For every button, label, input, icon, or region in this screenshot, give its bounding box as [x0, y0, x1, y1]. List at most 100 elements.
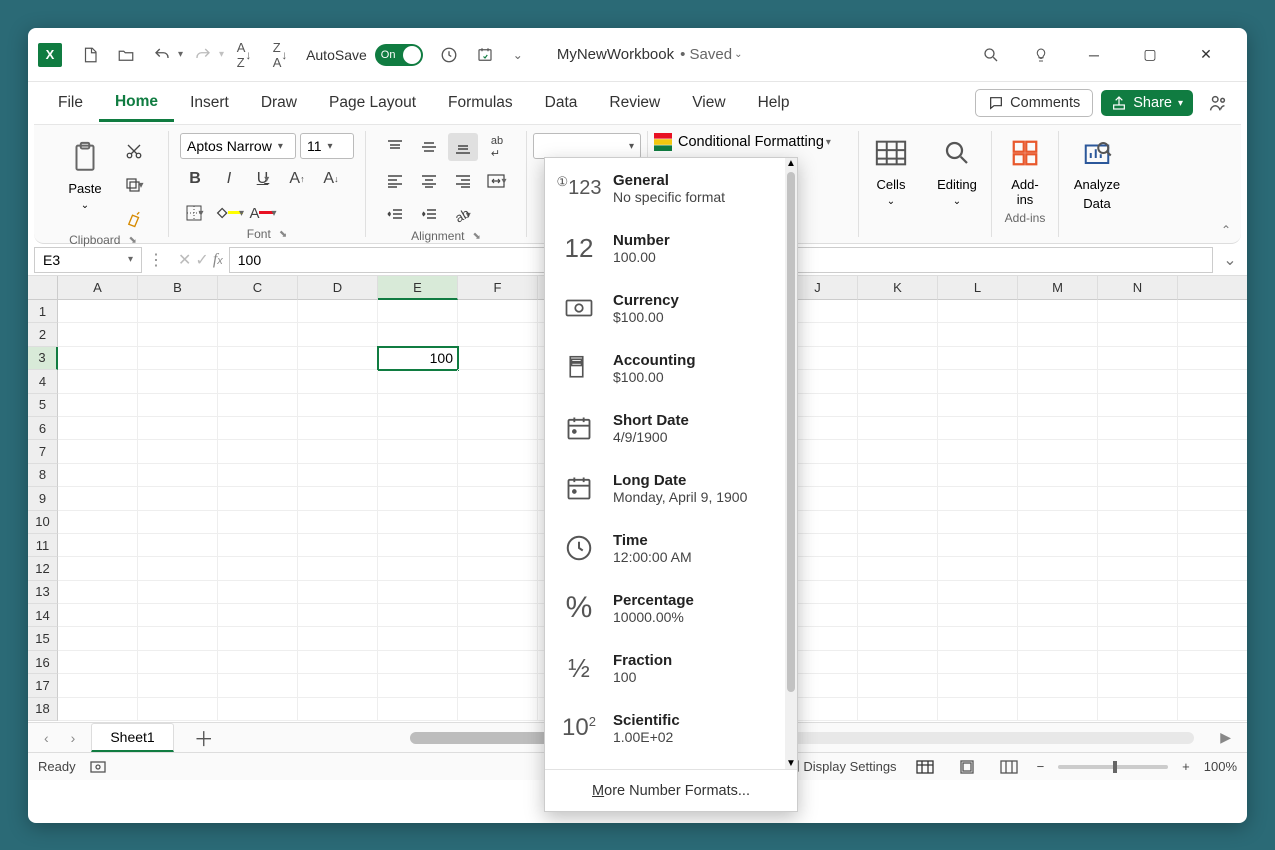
cell[interactable] [138, 674, 218, 697]
cell[interactable] [138, 370, 218, 393]
row-header[interactable]: 11 [28, 534, 58, 557]
cell[interactable] [218, 370, 298, 393]
cell[interactable] [1018, 604, 1098, 627]
cell[interactable] [1178, 300, 1247, 323]
zoom-in-button[interactable]: + [1182, 759, 1190, 774]
cell[interactable] [218, 487, 298, 510]
undo-icon[interactable] [146, 39, 178, 71]
cell[interactable] [458, 534, 538, 557]
cell[interactable] [938, 300, 1018, 323]
sort-asc-icon[interactable]: AZ↓ [228, 39, 260, 71]
cell[interactable] [1178, 464, 1247, 487]
cell[interactable] [298, 464, 378, 487]
cell[interactable] [1178, 511, 1247, 534]
cell[interactable] [298, 557, 378, 580]
cell[interactable] [1098, 300, 1178, 323]
editing-button[interactable]: Editing⌄ [929, 129, 985, 211]
cell[interactable] [298, 300, 378, 323]
cell[interactable] [298, 394, 378, 417]
sync-icon[interactable] [469, 39, 501, 71]
cell[interactable] [1098, 487, 1178, 510]
cell[interactable] [138, 464, 218, 487]
macro-record-icon[interactable] [90, 760, 106, 774]
cell[interactable] [938, 417, 1018, 440]
cell[interactable] [138, 698, 218, 721]
cell[interactable] [218, 417, 298, 440]
horizontal-scrollbar[interactable] [410, 732, 1194, 744]
row-header[interactable]: 18 [28, 698, 58, 721]
merge-center-icon[interactable]: ▾ [482, 167, 512, 195]
tab-draw[interactable]: Draw [245, 86, 313, 120]
cell[interactable] [218, 534, 298, 557]
cell[interactable] [1098, 417, 1178, 440]
cell[interactable] [218, 440, 298, 463]
analyze-data-button[interactable]: Analyze Data [1066, 129, 1128, 215]
cell[interactable] [218, 604, 298, 627]
tab-review[interactable]: Review [593, 86, 676, 120]
tab-insert[interactable]: Insert [174, 86, 245, 120]
cell[interactable] [298, 674, 378, 697]
cell[interactable] [458, 557, 538, 580]
cell[interactable] [1018, 534, 1098, 557]
cell[interactable] [938, 534, 1018, 557]
cell[interactable] [378, 511, 458, 534]
cell[interactable] [138, 557, 218, 580]
cell[interactable] [58, 557, 138, 580]
autosave-toggle[interactable]: On [375, 44, 423, 66]
grow-font-icon[interactable]: A↑ [282, 165, 312, 193]
next-sheet-icon[interactable]: › [65, 730, 82, 746]
cell[interactable] [138, 581, 218, 604]
cell[interactable] [938, 487, 1018, 510]
cell[interactable] [938, 604, 1018, 627]
row-header[interactable]: 8 [28, 464, 58, 487]
cell[interactable] [938, 347, 1018, 370]
cell[interactable] [58, 534, 138, 557]
row-header[interactable]: 3 [28, 347, 58, 370]
cell[interactable] [1098, 557, 1178, 580]
cell[interactable] [298, 417, 378, 440]
cell[interactable] [378, 557, 458, 580]
cell[interactable] [1018, 347, 1098, 370]
cell[interactable] [138, 534, 218, 557]
cell[interactable] [218, 300, 298, 323]
cell[interactable] [298, 604, 378, 627]
prev-sheet-icon[interactable]: ‹ [38, 730, 55, 746]
align-top-icon[interactable] [380, 133, 410, 161]
cell[interactable] [938, 674, 1018, 697]
cell[interactable] [58, 698, 138, 721]
cell[interactable] [298, 698, 378, 721]
cell[interactable] [1018, 581, 1098, 604]
cell[interactable] [378, 440, 458, 463]
cell[interactable] [938, 581, 1018, 604]
bold-button[interactable]: B [180, 165, 210, 193]
cell[interactable] [298, 651, 378, 674]
cell[interactable] [1098, 627, 1178, 650]
cell[interactable] [1018, 651, 1098, 674]
column-header[interactable]: B [138, 276, 218, 300]
cell[interactable] [1098, 394, 1178, 417]
borders-icon[interactable]: ▾ [180, 199, 210, 227]
cell[interactable] [1178, 674, 1247, 697]
cell[interactable] [138, 511, 218, 534]
cell[interactable] [1178, 417, 1247, 440]
cell[interactable] [1018, 440, 1098, 463]
cell[interactable] [1018, 300, 1098, 323]
number-format-option[interactable]: Time 12:00:00 AM [545, 518, 785, 578]
number-format-option[interactable]: % Percentage 10000.00% [545, 578, 785, 638]
column-header[interactable]: C [218, 276, 298, 300]
cell[interactable] [938, 323, 1018, 346]
copy-icon[interactable]: ▾ [119, 171, 149, 199]
cell[interactable] [1018, 487, 1098, 510]
column-header[interactable] [1178, 276, 1247, 300]
tab-data[interactable]: Data [529, 86, 594, 120]
cell[interactable] [218, 627, 298, 650]
cell[interactable] [378, 464, 458, 487]
cell[interactable] [858, 440, 938, 463]
italic-button[interactable]: I [214, 165, 244, 193]
cell[interactable] [378, 581, 458, 604]
scroll-right-icon[interactable]: ▶ [1214, 729, 1237, 746]
zoom-slider[interactable] [1058, 765, 1168, 769]
align-right-icon[interactable] [448, 167, 478, 195]
column-header[interactable]: F [458, 276, 538, 300]
cell[interactable] [858, 370, 938, 393]
